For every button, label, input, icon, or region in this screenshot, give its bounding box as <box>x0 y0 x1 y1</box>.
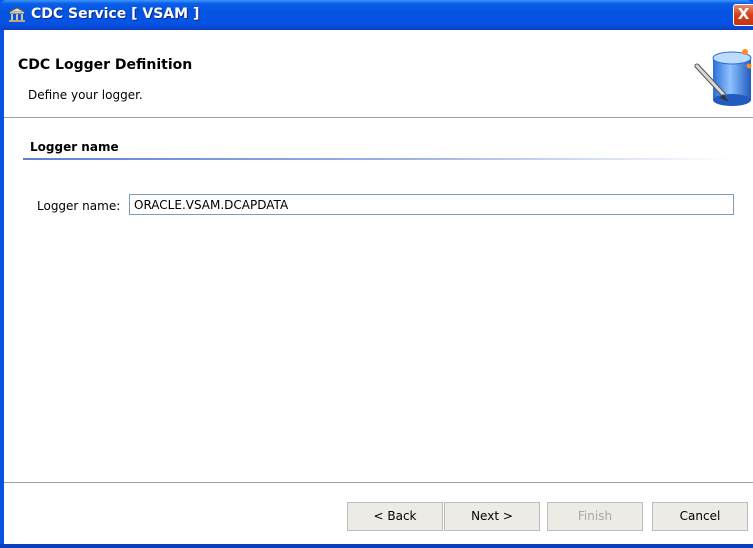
wizard-client-area: CDC Logger Definition Define your logger… <box>4 30 753 544</box>
section-divider <box>23 158 733 160</box>
window-frame-bottom <box>0 544 753 548</box>
page-description: Define your logger. <box>28 88 143 102</box>
wizard-header: CDC Logger Definition Define your logger… <box>4 30 753 118</box>
bank-building-icon <box>8 7 26 22</box>
logger-name-label: Logger name: <box>37 199 121 213</box>
page-title: CDC Logger Definition <box>18 57 193 73</box>
wizard-content: Logger name Logger name: ORACLE.VSAM.DCA… <box>4 118 753 482</box>
wizard-footer: < Back Next > Finish Cancel <box>4 482 753 544</box>
window-title: CDC Service [ VSAM ] <box>31 6 200 22</box>
cancel-button[interactable]: Cancel <box>652 502 748 531</box>
title-bar[interactable]: CDC Service [ VSAM ] X <box>0 0 753 30</box>
wizard-window: CDC Service [ VSAM ] X CDC Logger Defini… <box>0 0 753 548</box>
back-button[interactable]: < Back <box>347 502 443 531</box>
logger-name-input[interactable]: ORACLE.VSAM.DCAPDATA <box>129 194 734 215</box>
database-edit-icon <box>694 49 752 106</box>
close-button[interactable]: X <box>733 4 753 26</box>
next-button[interactable]: Next > <box>444 502 540 531</box>
section-title: Logger name <box>30 140 119 154</box>
finish-button: Finish <box>547 502 643 531</box>
close-icon: X <box>737 5 750 23</box>
